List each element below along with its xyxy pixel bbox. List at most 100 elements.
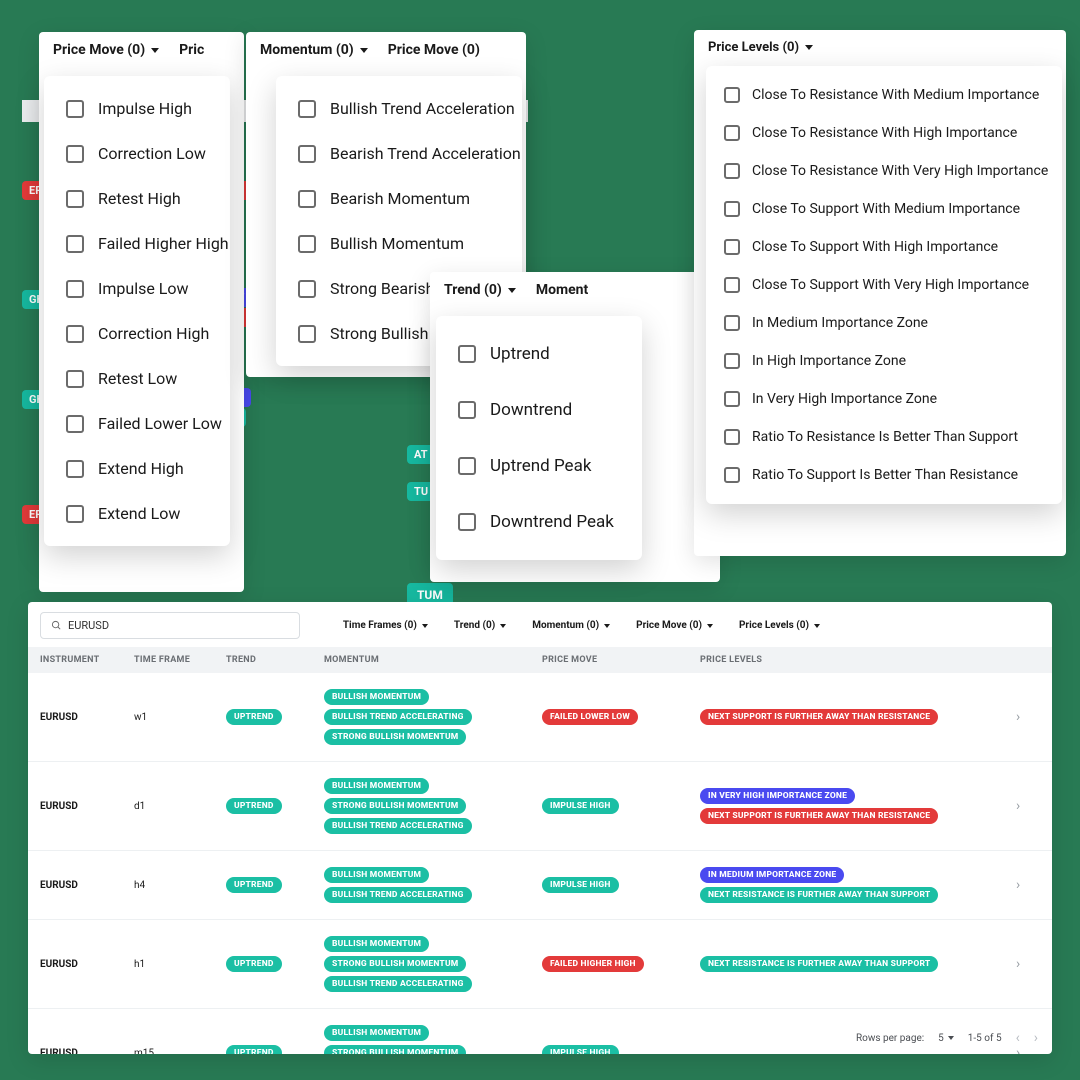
filter-option[interactable]: Close To Resistance With Medium Importan… bbox=[706, 76, 1062, 114]
cell-trend: UPTREND bbox=[226, 1043, 324, 1054]
chevron-down-icon bbox=[604, 624, 610, 628]
pager-prev[interactable]: ‹ bbox=[1016, 1030, 1020, 1046]
filter-option[interactable]: Downtrend Peak bbox=[436, 494, 642, 550]
filter-option[interactable]: Close To Resistance With High Importance bbox=[706, 114, 1062, 152]
pager-next[interactable]: › bbox=[1034, 1030, 1038, 1046]
option-label: Close To Support With Very High Importan… bbox=[752, 277, 1029, 293]
filter-option[interactable]: Bullish Momentum bbox=[276, 221, 522, 266]
filter-option[interactable]: Ratio To Support Is Better Than Resistan… bbox=[706, 456, 1062, 494]
cell-timeframe: h4 bbox=[134, 880, 226, 891]
filter-option[interactable]: Close To Support With High Importance bbox=[706, 228, 1062, 266]
chevron-down-icon bbox=[360, 48, 368, 53]
cell-pricemove: IMPULSE HIGH bbox=[542, 796, 700, 816]
table-filter[interactable]: Trend (0) bbox=[454, 620, 506, 631]
option-label: Correction High bbox=[98, 324, 209, 343]
filter-option[interactable]: In Medium Importance Zone bbox=[706, 304, 1062, 342]
filter-option[interactable]: Bearish Trend Acceleration bbox=[276, 131, 522, 176]
row-expand-icon[interactable]: › bbox=[1016, 798, 1040, 814]
cell-pricemove: IMPULSE HIGH bbox=[542, 1043, 700, 1054]
results-table-panel: EURUSD Time Frames (0) Trend (0) Momentum … bbox=[28, 602, 1052, 1054]
option-label: Uptrend bbox=[490, 344, 550, 364]
checkbox-icon bbox=[66, 145, 84, 163]
checkbox-icon bbox=[458, 457, 476, 475]
table-filter[interactable]: Momentum (0) bbox=[532, 620, 610, 631]
filter-option[interactable]: Close To Resistance With Very High Impor… bbox=[706, 152, 1062, 190]
filter-option[interactable]: Bullish Trend Acceleration bbox=[276, 86, 522, 131]
filter-price-move[interactable]: Price Move (0) bbox=[53, 42, 159, 58]
filter-option[interactable]: In High Importance Zone bbox=[706, 342, 1062, 380]
filter-option[interactable]: Uptrend Peak bbox=[436, 438, 642, 494]
pager-rows-label: Rows per page: bbox=[856, 1033, 924, 1044]
cell-momentum: BULLISH MOMENTUMSTRONG BULLISH MOMENTUMB… bbox=[324, 1023, 542, 1054]
filter-option[interactable]: Close To Support With Medium Importance bbox=[706, 190, 1062, 228]
filter-option[interactable]: Bearish Momentum bbox=[276, 176, 522, 221]
cell-timeframe: d1 bbox=[134, 801, 226, 812]
checkbox-icon bbox=[298, 100, 316, 118]
filter-option[interactable]: In Very High Importance Zone bbox=[706, 380, 1062, 418]
cell-trend: UPTREND bbox=[226, 707, 324, 727]
filter-option[interactable]: Impulse High bbox=[44, 86, 230, 131]
filter-trend[interactable]: Trend (0) bbox=[444, 282, 516, 298]
filter-secondary[interactable]: Price Move (0) bbox=[388, 42, 480, 58]
cell-trend: UPTREND bbox=[226, 954, 324, 974]
option-label: Ratio To Resistance Is Better Than Suppo… bbox=[752, 429, 1018, 445]
filter-secondary[interactable]: Moment bbox=[536, 282, 588, 298]
checkbox-icon bbox=[298, 235, 316, 253]
cell-instrument: EURUSD bbox=[40, 712, 134, 723]
filter-option[interactable]: Extend High bbox=[44, 446, 230, 491]
filter-option[interactable]: Downtrend bbox=[436, 382, 642, 438]
checkbox-icon bbox=[298, 190, 316, 208]
filter-option[interactable]: Close To Support With Very High Importan… bbox=[706, 266, 1062, 304]
filter-option[interactable]: Extend Low bbox=[44, 491, 230, 536]
th-pricemove: PRICE MOVE bbox=[542, 655, 700, 665]
table-filter[interactable]: Price Levels (0) bbox=[739, 620, 820, 631]
row-expand-icon[interactable]: › bbox=[1016, 956, 1040, 972]
pager: Rows per page: 5 1-5 of 5 ‹ › bbox=[856, 1030, 1038, 1046]
cell-instrument: EURUSD bbox=[40, 801, 134, 812]
chevron-down-icon bbox=[814, 624, 820, 628]
option-label: Close To Support With High Importance bbox=[752, 239, 998, 255]
checkbox-icon bbox=[724, 429, 740, 445]
row-expand-icon[interactable]: › bbox=[1016, 877, 1040, 893]
filter-momentum[interactable]: Momentum (0) bbox=[260, 42, 368, 58]
cell-instrument: EURUSD bbox=[40, 1048, 134, 1055]
row-expand-icon[interactable]: › bbox=[1016, 709, 1040, 725]
row-expand-icon[interactable]: › bbox=[1016, 1045, 1040, 1054]
checkbox-icon bbox=[724, 467, 740, 483]
cell-instrument: EURUSD bbox=[40, 959, 134, 970]
option-label: Close To Resistance With High Importance bbox=[752, 125, 1017, 141]
cell-pricelevels: IN VERY HIGH IMPORTANCE ZONENEXT SUPPORT… bbox=[700, 786, 1016, 826]
table-row[interactable]: EURUSDh1UPTRENDBULLISH MOMENTUMSTRONG BU… bbox=[28, 920, 1052, 1009]
filter-option[interactable]: Failed Lower Low bbox=[44, 401, 230, 446]
filter-secondary[interactable]: Pric bbox=[179, 42, 204, 58]
table-row[interactable]: EURUSDw1UPTRENDBULLISH MOMENTUMBULLISH T… bbox=[28, 673, 1052, 762]
filter-option[interactable]: Retest High bbox=[44, 176, 230, 221]
filter-option[interactable]: Impulse Low bbox=[44, 266, 230, 311]
cell-momentum: BULLISH MOMENTUMSTRONG BULLISH MOMENTUMB… bbox=[324, 934, 542, 994]
search-input-wrap[interactable]: EURUSD bbox=[40, 612, 300, 639]
pager-rows-select[interactable]: 5 bbox=[938, 1033, 954, 1044]
filter-option[interactable]: Correction Low bbox=[44, 131, 230, 176]
option-label: Downtrend bbox=[490, 400, 572, 420]
th-trend: TREND bbox=[226, 655, 324, 665]
table-row[interactable]: EURUSDh4UPTRENDBULLISH MOMENTUMBULLISH T… bbox=[28, 851, 1052, 920]
table-row[interactable]: EURUSDd1UPTRENDBULLISH MOMENTUMSTRONG BU… bbox=[28, 762, 1052, 851]
filter-option[interactable]: Uptrend bbox=[436, 326, 642, 382]
option-label: Correction Low bbox=[98, 144, 206, 163]
option-label: Extend Low bbox=[98, 504, 180, 523]
cell-timeframe: h1 bbox=[134, 959, 226, 970]
table-filter[interactable]: Time Frames (0) bbox=[343, 620, 428, 631]
checkbox-icon bbox=[66, 190, 84, 208]
filter-option[interactable]: Retest Low bbox=[44, 356, 230, 401]
filter-option[interactable]: Correction High bbox=[44, 311, 230, 356]
filter-price-levels[interactable]: Price Levels (0) bbox=[708, 40, 813, 55]
checkbox-icon bbox=[724, 353, 740, 369]
cell-pricemove: FAILED HIGHER HIGH bbox=[542, 954, 700, 974]
cell-instrument: EURUSD bbox=[40, 880, 134, 891]
filter-option[interactable]: Ratio To Resistance Is Better Than Suppo… bbox=[706, 418, 1062, 456]
cell-pricelevels: NEXT SUPPORT IS FURTHER AWAY THAN RESIST… bbox=[700, 707, 1016, 727]
search-icon bbox=[51, 620, 62, 631]
table-filter[interactable]: Price Move (0) bbox=[636, 620, 713, 631]
cell-momentum: BULLISH MOMENTUMBULLISH TREND ACCELERATI… bbox=[324, 865, 542, 905]
filter-option[interactable]: Failed Higher High bbox=[44, 221, 230, 266]
